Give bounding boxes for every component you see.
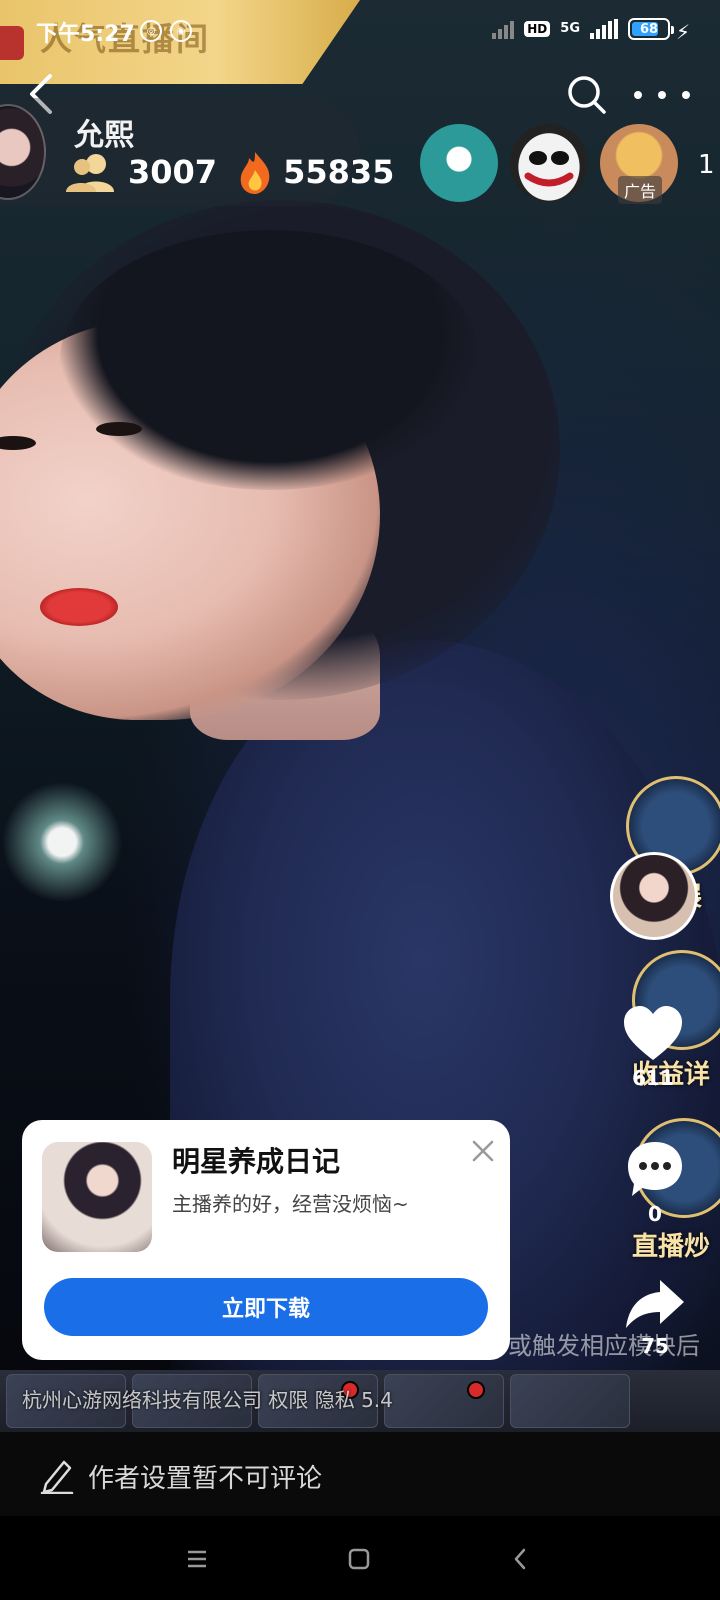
comment-icon [628, 1142, 682, 1196]
close-button[interactable] [470, 1138, 496, 1164]
video-figure-fringe [60, 230, 480, 490]
red-dot-badge [467, 1381, 485, 1399]
app-version: 5.4 [361, 1388, 393, 1412]
ticker-text: 或触发相应模块后 [508, 1332, 700, 1360]
ad-disclosure-line: 杭州心游网络科技有限公司 权限 隐私 5.4 [22, 1384, 393, 1413]
close-icon [472, 1140, 494, 1162]
charging-icon: ⚡ [675, 20, 690, 44]
app-title: 明星养成日记 [172, 1145, 341, 1178]
status-right-group: HD 5G 68 [492, 18, 674, 40]
pencil-icon [40, 1460, 74, 1494]
more-button[interactable] [634, 84, 690, 106]
network-type: 5G [560, 21, 580, 36]
viewer-avatar[interactable] [510, 124, 588, 202]
item-slot[interactable] [384, 1374, 504, 1428]
heat-count: 55835 [283, 153, 395, 191]
company-name: 杭州心游网络科技有限公司 [22, 1388, 262, 1412]
cell-signal-icon [590, 19, 618, 39]
system-nav-bar [0, 1516, 720, 1600]
video-figure-eye [96, 422, 142, 436]
promo-label: 直播炒 [632, 1232, 711, 1262]
wifi-signal-icon [492, 19, 515, 39]
share-icon [626, 1280, 684, 1328]
home-icon[interactable] [344, 1544, 374, 1574]
search-button[interactable] [566, 74, 608, 116]
comment-button[interactable]: 0 [620, 1140, 690, 1226]
comment-bar[interactable]: 作者设置暂不可评论 [0, 1432, 720, 1516]
download-button[interactable]: 立即下载 [44, 1278, 488, 1336]
ad-tag: 广告 [618, 176, 663, 204]
comment-count: 0 [648, 1202, 662, 1226]
app-subtitle: 主播养的好，经营没烦恼~ [172, 1192, 409, 1216]
comment-disabled-text: 作者设置暂不可评论 [88, 1464, 323, 1494]
author-avatar[interactable] [610, 852, 698, 940]
search-icon [568, 76, 606, 114]
app-ad-card[interactable]: 明星养成日记 主播养的好，经营没烦恼~ 立即下载 [22, 1120, 510, 1360]
viewer-more-count[interactable]: 1 [698, 150, 715, 180]
anchor-stats: 3007 55835 [66, 150, 394, 194]
item-slot[interactable] [510, 1374, 630, 1428]
hd-icon: HD [524, 21, 551, 37]
anchor-name: 允熙 [74, 118, 134, 153]
joker-face-icon [524, 151, 574, 187]
battery-icon: 68 [628, 18, 674, 40]
fire-icon [240, 152, 270, 194]
nav-back-icon[interactable] [506, 1544, 536, 1574]
notification-icon: ◉ [170, 20, 192, 42]
menu-icon[interactable] [182, 1544, 212, 1574]
viewers-icon [66, 154, 114, 192]
battery-level: 68 [639, 21, 659, 37]
status-time: 下午5:27 [36, 22, 135, 47]
video-figure-lips [40, 588, 118, 626]
viewer-count: 3007 [128, 153, 218, 191]
app-icon [42, 1142, 152, 1252]
more-icon [634, 91, 642, 99]
viewer-avatar[interactable] [420, 124, 498, 202]
heart-icon [624, 1006, 682, 1060]
permission-link[interactable]: 权限 [268, 1388, 308, 1412]
privacy-link[interactable]: 隐私 [315, 1388, 355, 1412]
status-bar: 下午5:27 ◎ ◉ HD 5G 68 ⚡ [0, 0, 720, 64]
like-button[interactable]: 611 [618, 1004, 688, 1090]
like-count: 611 [632, 1066, 674, 1090]
status-notification-icons: ◎ ◉ [140, 20, 192, 42]
notification-icon: ◎ [140, 20, 162, 42]
